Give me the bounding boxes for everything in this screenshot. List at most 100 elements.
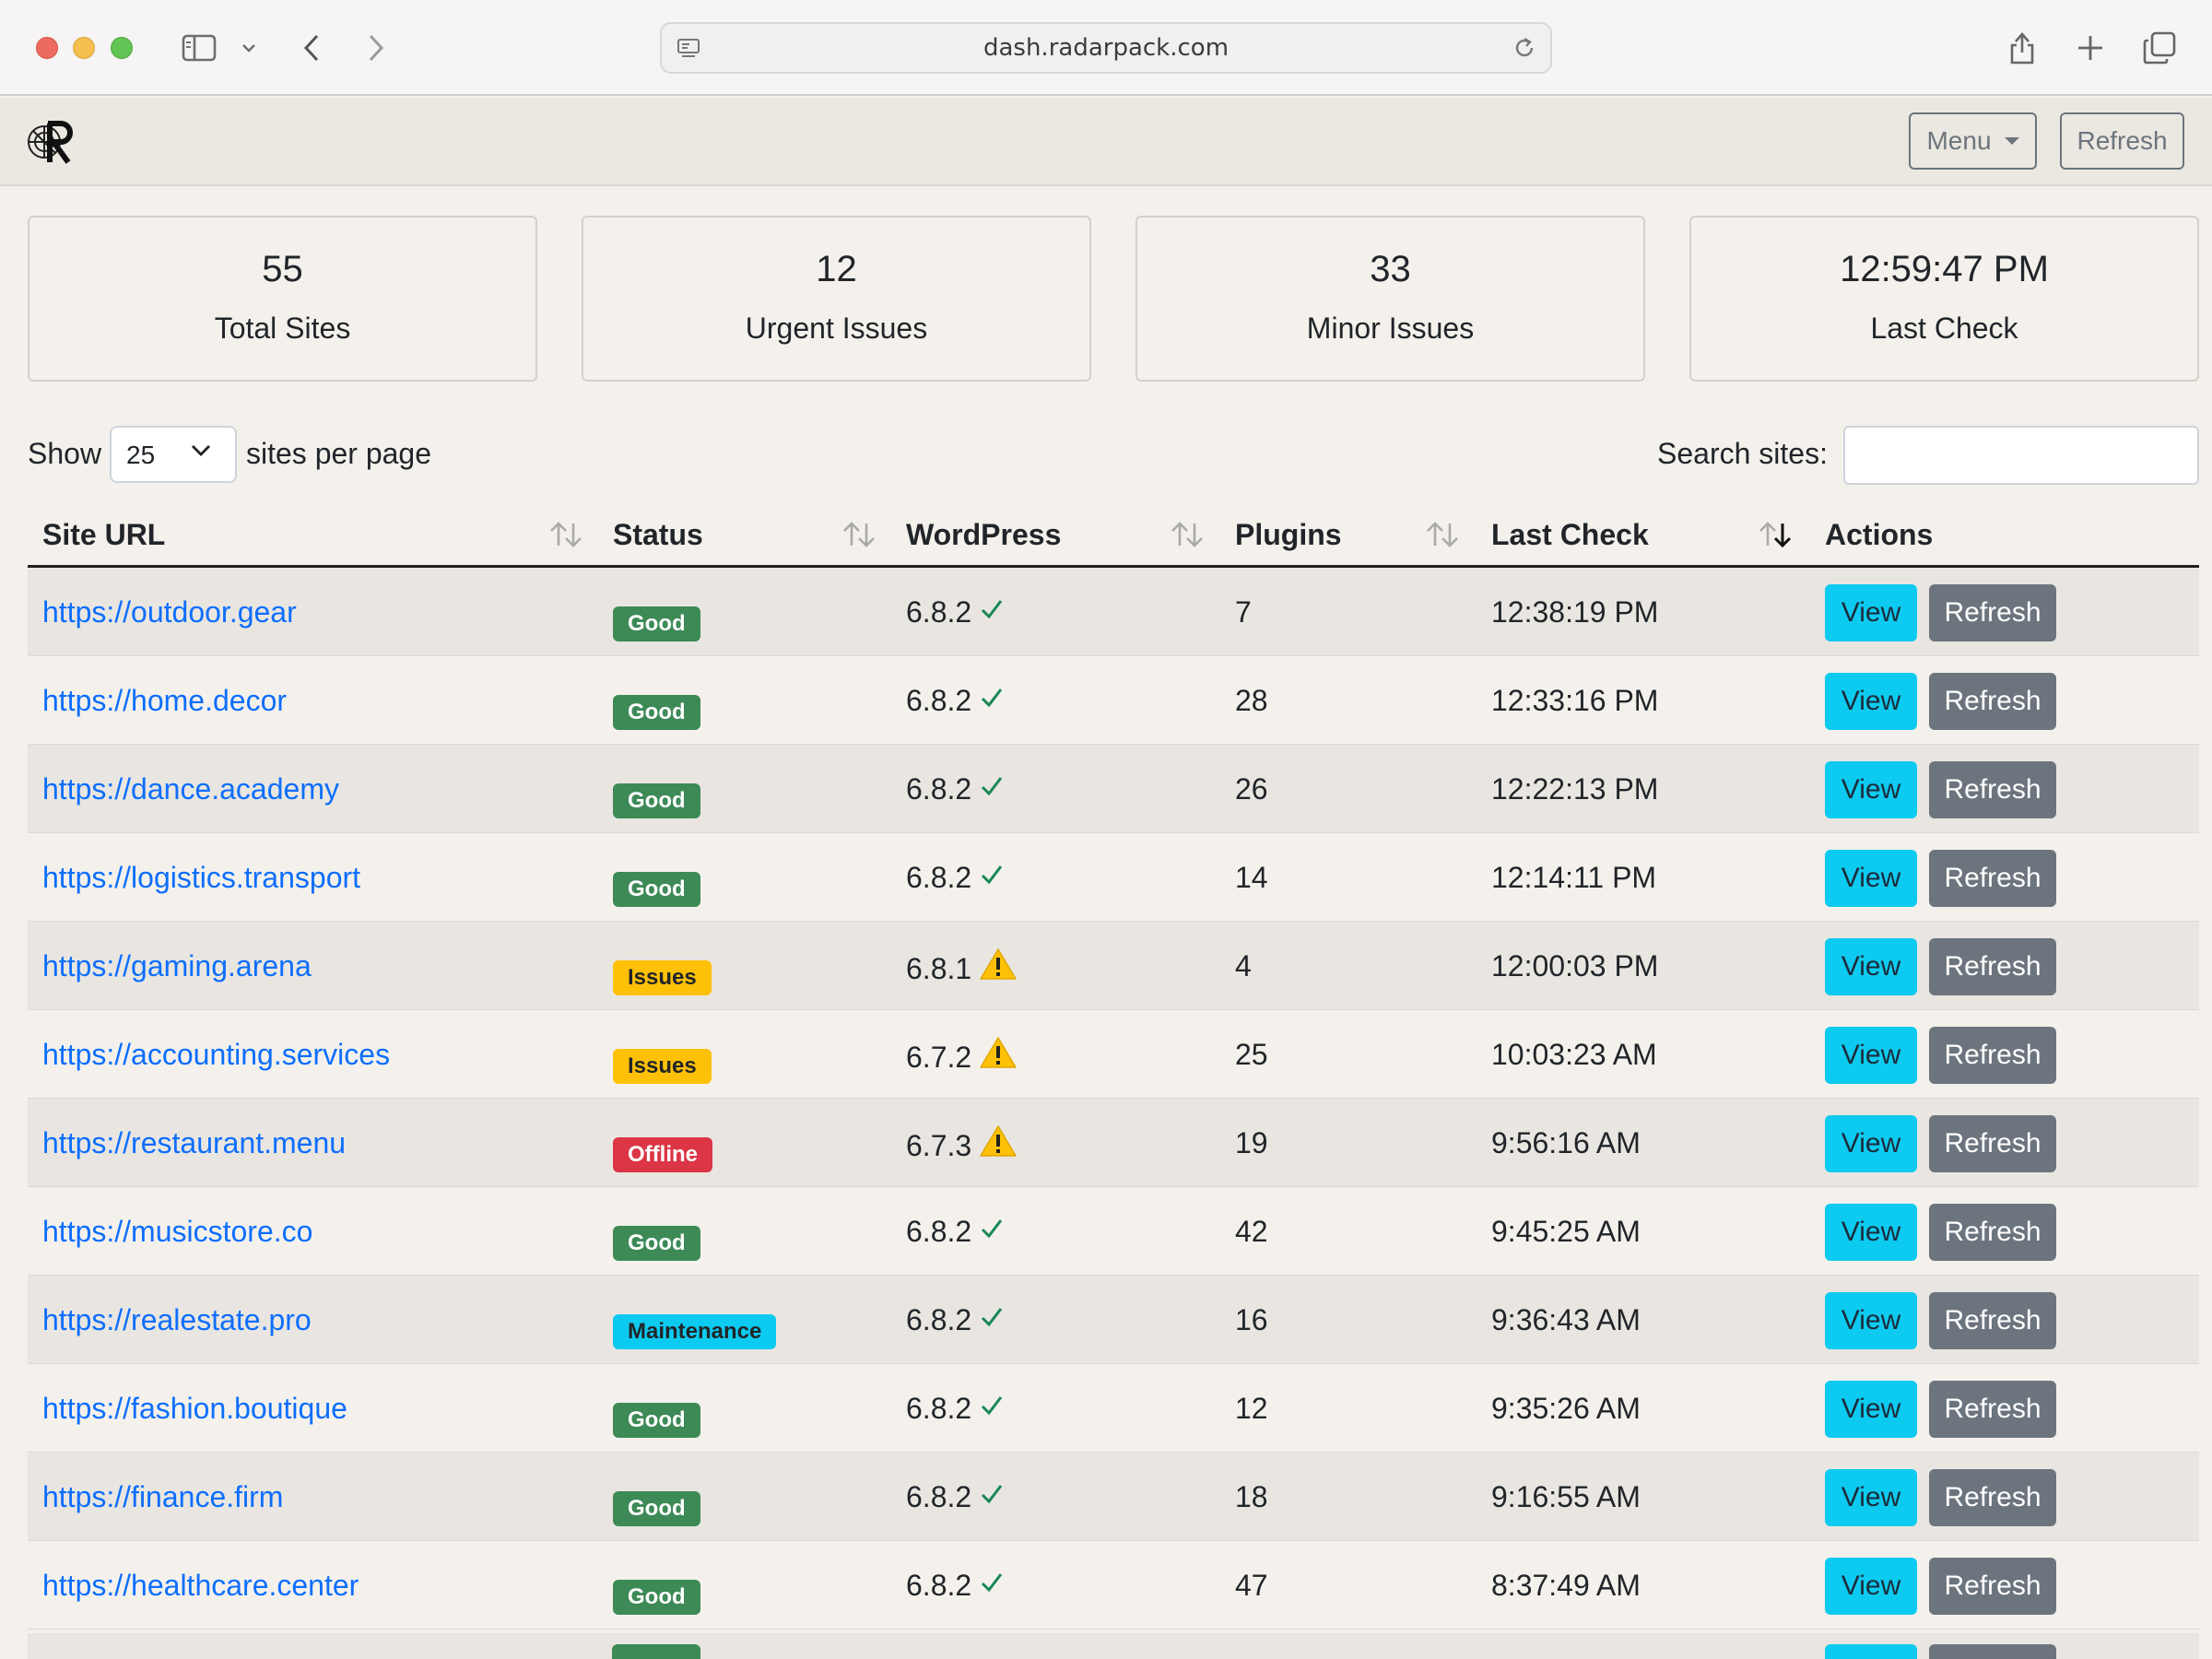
- view-button[interactable]: View: [1825, 673, 1917, 730]
- sort-icon[interactable]: [547, 520, 584, 554]
- wordpress-version: 6.7.2: [906, 1040, 972, 1074]
- view-button[interactable]: View: [1825, 938, 1917, 995]
- sort-icon[interactable]: [1424, 520, 1461, 554]
- sidebar-toggle-icon[interactable]: [179, 26, 219, 70]
- reload-icon[interactable]: [1512, 35, 1537, 65]
- close-window-button[interactable]: [36, 37, 58, 59]
- table-row: https://logistics.transport Good 6.8.2 14 12…: [28, 833, 2199, 922]
- status-badge: Good: [613, 695, 700, 730]
- status-badge: Issues: [613, 960, 712, 995]
- status-badge: Offline: [613, 1137, 712, 1172]
- wordpress-version-cell: 6.8.2: [906, 1213, 1005, 1250]
- refresh-button[interactable]: Refresh: [1929, 1558, 2056, 1615]
- view-button[interactable]: View: [1825, 1381, 1917, 1438]
- wordpress-version: 6.8.2: [906, 1392, 972, 1425]
- column-header-status[interactable]: Status: [613, 516, 703, 553]
- sites-table: Site URL Status WordPress Plugins Last C…: [28, 503, 2199, 1630]
- stat-value: 12:59:47 PM: [1840, 249, 2049, 289]
- column-header-site-url[interactable]: Site URL: [42, 516, 165, 553]
- view-button[interactable]: View: [1825, 761, 1917, 818]
- refresh-all-button[interactable]: Refresh: [2060, 112, 2184, 170]
- checkmark-icon: [979, 859, 1005, 896]
- share-icon[interactable]: [2002, 26, 2042, 70]
- stat-value: 55: [262, 249, 303, 289]
- status-badge: Good: [613, 1226, 700, 1261]
- refresh-button[interactable]: Refresh: [1929, 761, 2056, 818]
- refresh-button[interactable]: Refresh: [1929, 1292, 2056, 1349]
- refresh-button[interactable]: Refresh: [1929, 938, 2056, 995]
- site-url-link[interactable]: https://healthcare.center: [42, 1569, 359, 1602]
- search-input[interactable]: [1843, 426, 2199, 485]
- status-badge: [612, 1644, 700, 1659]
- refresh-button[interactable]: Refresh: [1929, 1027, 2056, 1084]
- last-check-time: 12:22:13 PM: [1491, 772, 1659, 806]
- refresh-button[interactable]: Refresh: [1929, 584, 2056, 641]
- site-url-link[interactable]: https://accounting.services: [42, 1038, 390, 1071]
- plugins-count: 42: [1235, 1215, 1268, 1248]
- wordpress-version: 6.8.2: [906, 684, 972, 717]
- sort-icon[interactable]: [1169, 520, 1206, 554]
- refresh-button[interactable]: Refresh: [1929, 1115, 2056, 1172]
- view-button[interactable]: View: [1825, 1204, 1917, 1261]
- plugins-count: 14: [1235, 861, 1268, 894]
- column-header-plugins[interactable]: Plugins: [1235, 516, 1342, 553]
- tab-overview-icon[interactable]: [2140, 26, 2179, 70]
- view-button[interactable]: View: [1825, 850, 1917, 907]
- refresh-button[interactable]: Refresh: [1929, 850, 2056, 907]
- per-page-select[interactable]: 25: [110, 426, 237, 483]
- wordpress-version: 6.8.2: [906, 772, 972, 806]
- app-header: Menu Refresh: [0, 98, 2212, 186]
- new-tab-icon[interactable]: [2072, 26, 2109, 70]
- chevron-down-icon[interactable]: [238, 26, 260, 70]
- view-button[interactable]: [1825, 1644, 1917, 1659]
- view-button[interactable]: View: [1825, 1292, 1917, 1349]
- warning-icon: [979, 1124, 1018, 1166]
- site-url-link[interactable]: https://gaming.arena: [42, 949, 312, 982]
- last-check-time: 9:16:55 AM: [1491, 1480, 1641, 1513]
- status-badge: Good: [613, 1491, 700, 1526]
- view-button[interactable]: View: [1825, 1469, 1917, 1526]
- view-button[interactable]: View: [1825, 1027, 1917, 1084]
- view-button[interactable]: View: [1825, 1558, 1917, 1615]
- maximize-window-button[interactable]: [111, 37, 133, 59]
- site-url-link[interactable]: https://logistics.transport: [42, 861, 360, 894]
- column-header-last-check[interactable]: Last Check: [1491, 516, 1649, 553]
- browser-toolbar: dash.radarpack.com: [0, 0, 2212, 96]
- site-url-link[interactable]: https://outdoor.gear: [42, 595, 297, 629]
- refresh-button[interactable]: [1929, 1644, 2056, 1659]
- refresh-button[interactable]: Refresh: [1929, 1469, 2056, 1526]
- site-url-link[interactable]: https://fashion.boutique: [42, 1392, 347, 1425]
- address-bar[interactable]: dash.radarpack.com: [660, 22, 1552, 74]
- refresh-button[interactable]: Refresh: [1929, 1204, 2056, 1261]
- stat-card-last-check: 12:59:47 PM Last Check: [1689, 216, 2199, 382]
- table-row: https://finance.firm Good 6.8.2 18 9:16:55 A…: [28, 1453, 2199, 1541]
- site-url-link[interactable]: https://dance.academy: [42, 772, 339, 806]
- minimize-window-button[interactable]: [73, 37, 95, 59]
- sort-desc-icon[interactable]: [1757, 520, 1794, 554]
- radarpack-logo[interactable]: [26, 118, 74, 166]
- menu-dropdown-button[interactable]: Menu: [1909, 112, 2037, 170]
- stat-value: 12: [816, 249, 857, 289]
- checkmark-icon: [979, 1390, 1005, 1427]
- site-url-link[interactable]: https://musicstore.co: [42, 1215, 312, 1248]
- refresh-button[interactable]: Refresh: [1929, 673, 2056, 730]
- plugins-count: 25: [1235, 1038, 1268, 1071]
- status-badge: Good: [613, 783, 700, 818]
- url-text: dash.radarpack.com: [982, 34, 1230, 62]
- site-url-link[interactable]: https://home.decor: [42, 684, 287, 717]
- refresh-button[interactable]: Refresh: [1929, 1381, 2056, 1438]
- sort-icon[interactable]: [841, 520, 877, 554]
- forward-icon[interactable]: [359, 26, 393, 70]
- last-check-time: 12:14:11 PM: [1491, 861, 1657, 894]
- back-icon[interactable]: [295, 26, 328, 70]
- view-button[interactable]: View: [1825, 1115, 1917, 1172]
- site-url-link[interactable]: https://restaurant.menu: [42, 1126, 346, 1159]
- site-url-link[interactable]: https://finance.firm: [42, 1480, 283, 1513]
- view-button[interactable]: View: [1825, 584, 1917, 641]
- table-row: https://accounting.services Issues 6.7.2 25…: [28, 1010, 2199, 1099]
- plugins-count: 18: [1235, 1480, 1268, 1513]
- checkmark-icon: [979, 594, 1005, 630]
- stat-card-total-sites: 55 Total Sites: [28, 216, 537, 382]
- site-url-link[interactable]: https://realestate.pro: [42, 1303, 312, 1336]
- column-header-wordpress[interactable]: WordPress: [906, 516, 1061, 553]
